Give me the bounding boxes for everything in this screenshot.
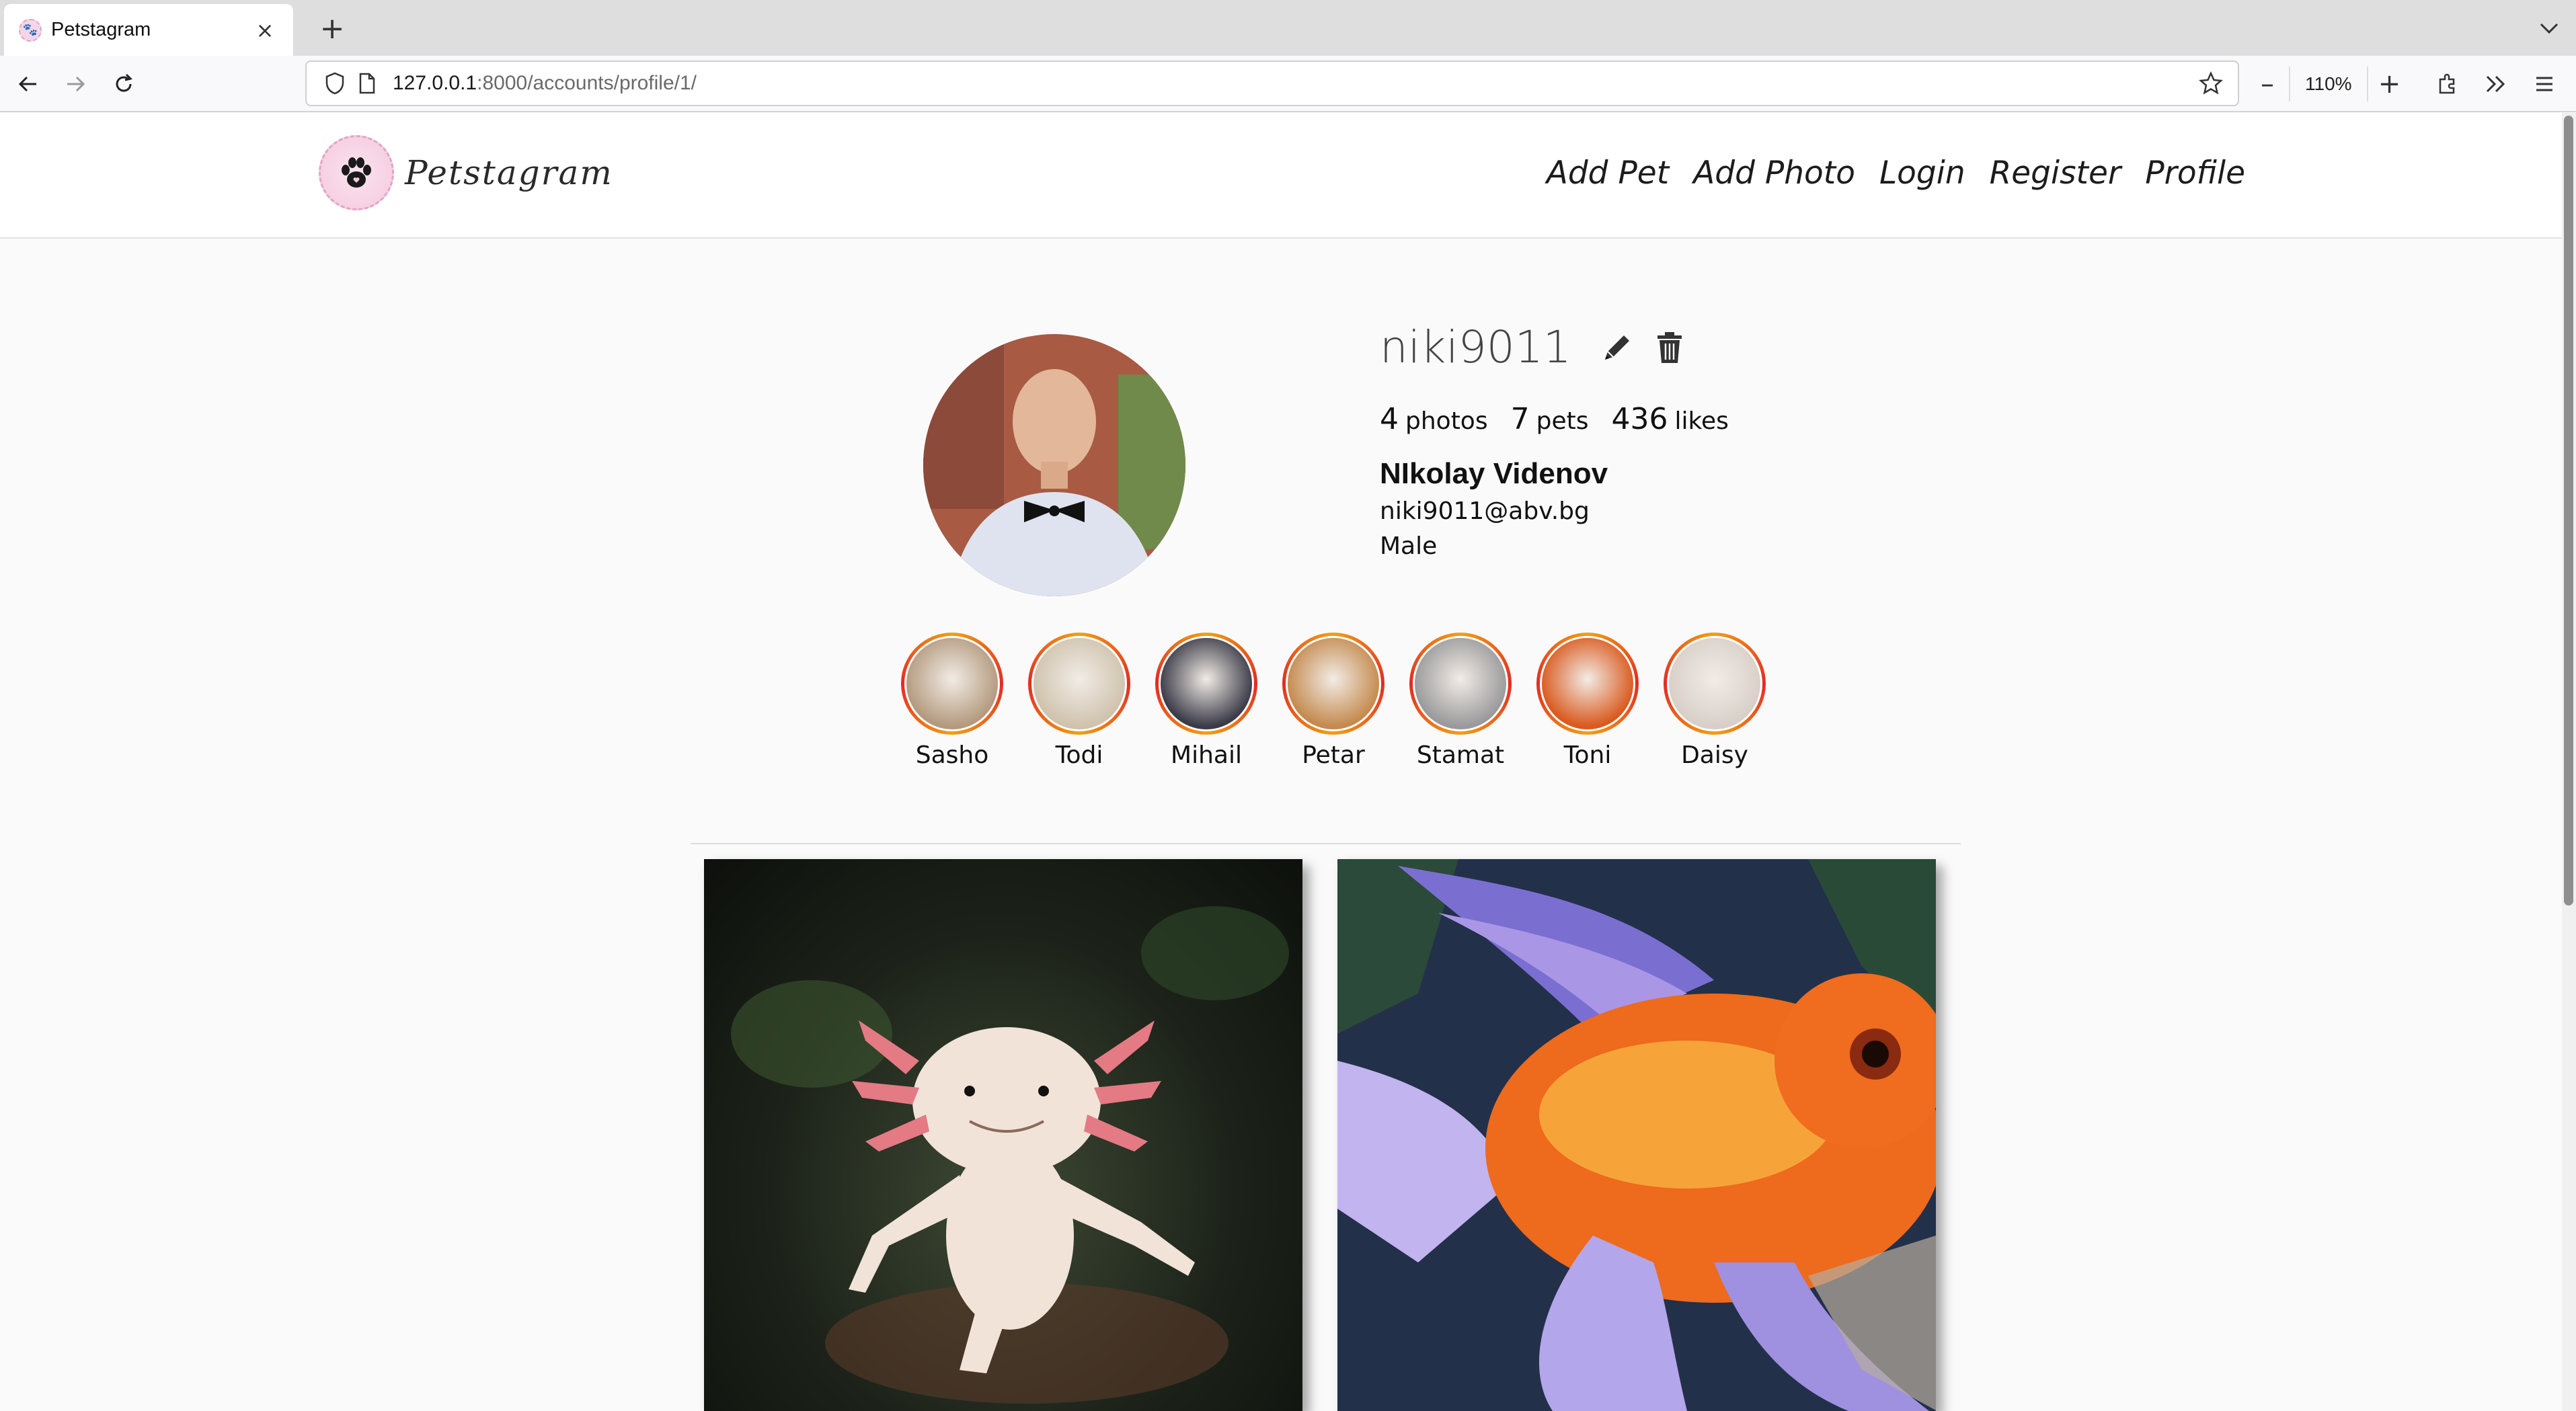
shield-icon[interactable] <box>319 67 351 99</box>
browser-toolbar: 127.0.0.1:8000/accounts/profile/1/ – 110… <box>0 56 2576 112</box>
section-divider <box>691 843 1961 844</box>
pet-avatar <box>1286 636 1381 731</box>
tab-title: Petstagram <box>51 19 151 40</box>
overflow-chevrons-icon[interactable] <box>2474 63 2518 106</box>
extensions-puzzle-icon[interactable] <box>2426 63 2469 106</box>
photo-card-axolotl[interactable] <box>704 859 1302 1411</box>
pets-stat: 7 pets <box>1510 402 1589 436</box>
pet-avatar <box>904 636 1000 731</box>
nav-login[interactable]: Login <box>1879 155 1965 192</box>
pet-name: Mihail <box>1171 741 1242 769</box>
pet-avatar <box>1031 636 1127 731</box>
edit-pencil-icon[interactable] <box>1598 329 1636 366</box>
photo-card-goldfish[interactable] <box>1337 859 1936 1411</box>
browser-tab-strip: 🐾 Petstagram × + <box>0 0 2576 56</box>
pet-item-stamat[interactable]: Stamat <box>1409 633 1512 769</box>
pet-avatar-ring[interactable] <box>1282 633 1384 735</box>
site-header: Petstagram Add Pet Add Photo Login Regis… <box>0 113 2562 239</box>
profile-gender: Male <box>1380 532 1438 560</box>
pet-avatar <box>1413 636 1508 731</box>
username-row: niki9011 <box>1380 321 1688 373</box>
page-scrollbar-thumb[interactable] <box>2564 116 2573 905</box>
pet-avatar-ring[interactable] <box>1664 633 1766 735</box>
likes-stat: 436 likes <box>1611 402 1729 436</box>
pet-item-toni[interactable]: Toni <box>1536 633 1639 769</box>
zoom-level-reset[interactable]: 110% <box>2289 67 2368 102</box>
pet-name: Daisy <box>1681 741 1748 769</box>
page-info-icon[interactable] <box>351 67 383 99</box>
pet-item-petar[interactable]: Petar <box>1282 633 1384 769</box>
list-all-tabs-chevron-icon[interactable] <box>2529 8 2569 48</box>
profile-avatar <box>923 334 1185 596</box>
brand-logo-link[interactable]: Petstagram <box>319 135 613 210</box>
paw-logo-icon <box>319 135 394 210</box>
pet-avatar <box>1667 636 1762 731</box>
pet-item-sasho[interactable]: Sasho <box>901 633 1003 769</box>
zoom-in-button[interactable]: + <box>2368 63 2411 106</box>
pet-item-todi[interactable]: Todi <box>1028 633 1130 769</box>
profile-full-name: NIkolay Videnov <box>1380 457 1608 490</box>
pet-avatar <box>1159 636 1254 731</box>
delete-trash-icon[interactable] <box>1651 329 1688 366</box>
new-tab-button[interactable]: + <box>311 7 354 50</box>
pet-name: Sasho <box>915 741 989 769</box>
tab-close-button[interactable]: × <box>251 17 278 43</box>
pet-name: Toni <box>1563 741 1612 769</box>
pet-name: Petar <box>1302 741 1365 769</box>
reload-icon[interactable] <box>102 63 145 106</box>
hamburger-menu-icon[interactable] <box>2523 63 2566 106</box>
profile-email: niki9011@abv.bg <box>1380 497 1590 525</box>
address-bar[interactable]: 127.0.0.1:8000/accounts/profile/1/ <box>305 61 2239 106</box>
forward-arrow-icon[interactable] <box>54 63 97 106</box>
pets-list: Sasho Todi Mihail Petar Stamat Toni Dais… <box>901 633 1766 769</box>
bookmark-star-icon[interactable] <box>2195 67 2227 99</box>
pet-avatar-ring[interactable] <box>1536 633 1639 735</box>
url-text[interactable]: 127.0.0.1:8000/accounts/profile/1/ <box>393 72 697 95</box>
nav-add-photo[interactable]: Add Photo <box>1693 155 1855 192</box>
brand-name: Petstagram <box>405 153 613 192</box>
main-nav: Add Pet Add Photo Login Register Profile <box>1547 155 2245 192</box>
pet-avatar-ring[interactable] <box>1409 633 1512 735</box>
pet-avatar-ring[interactable] <box>901 633 1003 735</box>
profile-stats: 4 photos 7 pets 436 likes <box>1380 402 1729 436</box>
pet-item-mihail[interactable]: Mihail <box>1155 633 1257 769</box>
zoom-out-button[interactable]: – <box>2246 63 2289 106</box>
photos-stat: 4 photos <box>1380 402 1488 436</box>
pet-avatar <box>1540 636 1635 731</box>
profile-username: niki9011 <box>1380 321 1571 373</box>
nav-register[interactable]: Register <box>1990 155 2121 192</box>
pet-avatar-ring[interactable] <box>1155 633 1257 735</box>
nav-profile[interactable]: Profile <box>2145 155 2245 192</box>
pet-name: Stamat <box>1416 741 1505 769</box>
back-arrow-icon[interactable] <box>7 63 50 106</box>
browser-tab[interactable]: 🐾 Petstagram × <box>4 4 293 56</box>
nav-add-pet[interactable]: Add Pet <box>1547 155 1669 192</box>
pet-item-daisy[interactable]: Daisy <box>1664 633 1766 769</box>
paw-favicon-icon: 🐾 <box>19 18 42 42</box>
pet-avatar-ring[interactable] <box>1028 633 1130 735</box>
zoom-controls: – 110% + <box>2246 63 2411 106</box>
pet-name: Todi <box>1055 741 1103 769</box>
